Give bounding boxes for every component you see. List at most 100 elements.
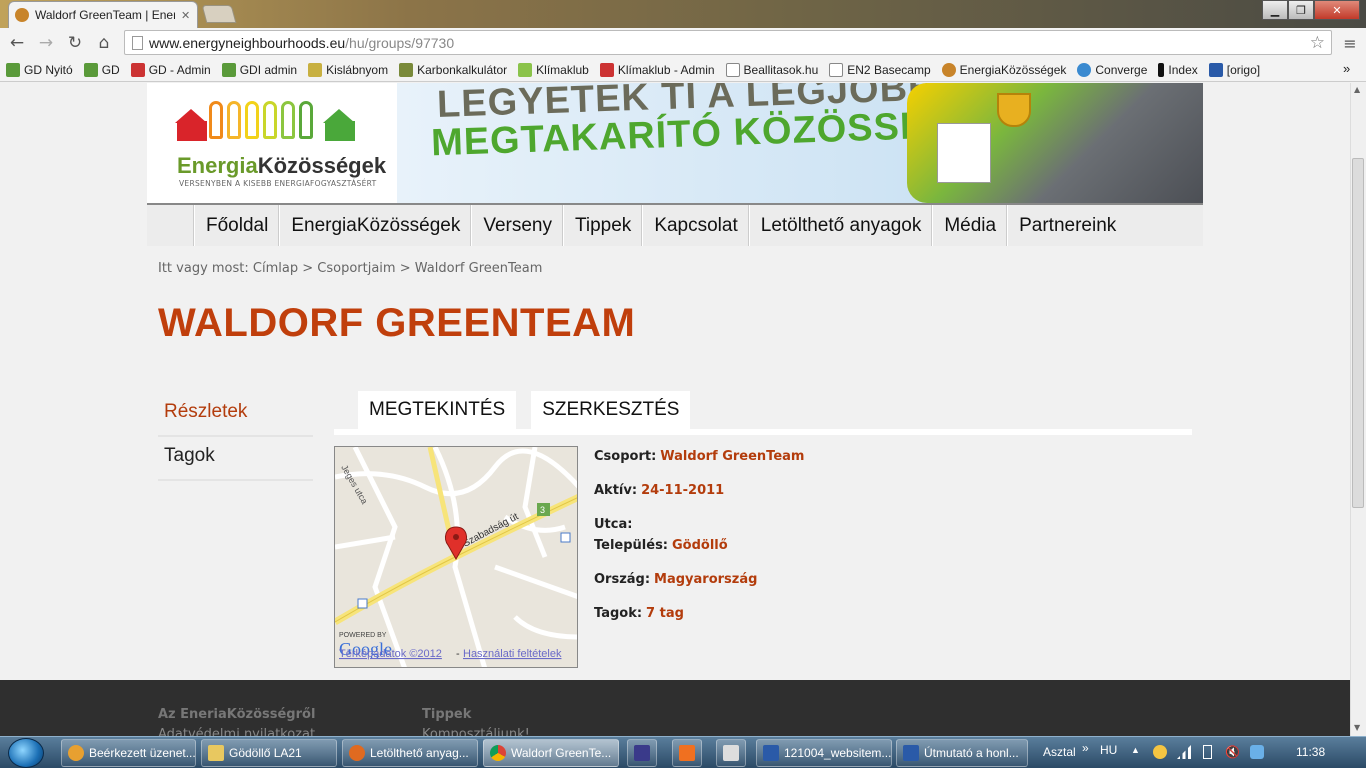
detail-value: 7 tag <box>646 606 684 621</box>
nav-item-media[interactable]: Média <box>932 205 1007 246</box>
bookmark-item[interactable]: GD Nyitó <box>6 62 73 77</box>
mail-icon <box>68 745 84 761</box>
map-data-link[interactable]: Térképadatok ©2012 <box>339 648 442 660</box>
bookmark-label: GDI admin <box>239 62 298 77</box>
breadcrumb-home-link[interactable]: Címlap <box>253 261 298 276</box>
sync-icon[interactable] <box>1250 745 1264 759</box>
bookmark-item[interactable]: Beallitasok.hu <box>725 62 819 77</box>
road-number: 3 <box>540 505 545 515</box>
banner-graphic: LEGYETEK TI A LEGJOBB! MEGTAKARÍTÓ KÖZÖS… <box>397 83 1203 203</box>
map-terms-link[interactable]: Használati feltételek <box>463 648 562 660</box>
scrollbar-thumb[interactable] <box>1352 158 1364 508</box>
start-button[interactable] <box>8 738 44 768</box>
clock[interactable]: 11:38 <box>1296 745 1325 759</box>
footer-link-compost[interactable]: Komposztáljunk! <box>422 727 530 736</box>
bookmark-label: Beallitasok.hu <box>743 62 819 77</box>
footer-link-privacy[interactable]: Adatvédelmi nyilatkozat <box>158 727 315 736</box>
taskbar-label: Letölthető anyag... <box>370 746 469 760</box>
taskbar-label: Beérkezett üzenet... <box>89 746 196 760</box>
bookmark-item[interactable]: Kislábnyom <box>308 62 388 77</box>
taskbar-item-calculator[interactable] <box>716 739 746 767</box>
taskbar-item-media[interactable] <box>672 739 702 767</box>
desktop-toolbar-label[interactable]: Asztal <box>1043 745 1076 759</box>
menu-wrench-icon[interactable]: ≡ <box>1338 31 1362 55</box>
location-map[interactable]: Szabadság út Jeges utca 3 POWERED BY Goo… <box>334 446 578 668</box>
taskbar-item-firefox[interactable]: Letölthető anyag... <box>342 739 478 767</box>
person-icon <box>227 101 241 139</box>
url-path: /hu/groups/97730 <box>345 34 455 51</box>
bookmark-item[interactable]: Converge <box>1077 62 1147 77</box>
logo-wordmark: EnergiaKözösségek <box>177 153 386 179</box>
bookmark-item[interactable]: Karbonkalkulátor <box>399 62 507 77</box>
battery-icon[interactable] <box>1203 745 1212 759</box>
language-indicator[interactable]: HU <box>1100 743 1117 757</box>
person-icon <box>281 101 295 139</box>
taskbar-label: 121004_websitem... <box>784 746 892 760</box>
nav-item-partnereink[interactable]: Partnereink <box>1007 205 1127 246</box>
bookmark-item[interactable]: Klímaklub <box>518 62 589 77</box>
bookmark-item[interactable]: GD <box>83 62 120 77</box>
nav-item-energiakozossegek[interactable]: EnergiaKözösségek <box>279 205 471 246</box>
more-bookmarks-icon[interactable]: » <box>1343 61 1350 76</box>
banner-photo <box>907 83 1203 203</box>
bookmark-item[interactable]: GDI admin <box>221 62 298 77</box>
site-logo[interactable]: EnergiaKözösségek VERSENYBEN A KISEBB EN… <box>147 83 397 203</box>
bookmark-item[interactable]: EN2 Basecamp <box>829 62 931 77</box>
site-footer: Az EneriaKözösségről Adatvédelmi nyilatk… <box>0 680 1350 736</box>
bookmark-item[interactable]: Index <box>1158 62 1198 77</box>
new-tab-button[interactable] <box>201 5 237 23</box>
address-bar[interactable]: www.energyneighbourhoods.eu/hu/groups/97… <box>124 30 1332 55</box>
gd-icon <box>6 62 20 77</box>
taskbar-item-folder[interactable]: Gödöllő LA21 <box>201 739 337 767</box>
breadcrumb-groups-link[interactable]: Csoportjaim <box>317 261 395 276</box>
taskbar-item-chrome[interactable]: Waldorf GreenTe... <box>483 739 619 767</box>
taskbar-item-app[interactable] <box>627 739 657 767</box>
minimize-button[interactable]: ▁ <box>1262 0 1288 20</box>
tray-icon[interactable] <box>1153 745 1167 759</box>
taskbar-item-word-2[interactable]: Útmutató a honl... <box>896 739 1028 767</box>
bookmark-label: Index <box>1168 62 1198 77</box>
forward-arrow-icon[interactable]: → <box>34 31 58 55</box>
close-window-button[interactable]: ✕ <box>1314 0 1360 20</box>
tray-expand-icon[interactable]: ▲ <box>1131 745 1140 755</box>
volume-icon[interactable]: 🔇 <box>1225 745 1240 759</box>
home-icon[interactable]: ⌂ <box>92 31 116 55</box>
person-icon <box>263 101 277 139</box>
bookmark-label: EN2 Basecamp <box>847 62 931 77</box>
detail-label: Csoport: <box>594 449 657 464</box>
bus-stop-icon <box>357 598 368 609</box>
detail-row-orszag: Ország: Magyarország <box>594 572 757 587</box>
breadcrumb-separator: > <box>399 261 411 276</box>
scroll-up-icon[interactable]: ▲ <box>1354 85 1360 94</box>
detail-value: Waldorf GreenTeam <box>660 449 805 464</box>
footer-heading-tips: Tippek <box>422 707 472 722</box>
nav-item-verseny[interactable]: Verseny <box>471 205 563 246</box>
logo-word-1: Energia <box>177 153 258 178</box>
tab-close-icon[interactable]: ✕ <box>181 9 190 22</box>
tab-szerkesztes[interactable]: SZERKESZTÉS <box>531 391 691 429</box>
nav-item-letoltheto-anyagok[interactable]: Letölthető anyagok <box>748 205 933 246</box>
maximize-button[interactable]: ❐ <box>1288 0 1314 20</box>
taskbar-item-word-1[interactable]: 121004_websitem... <box>756 739 892 767</box>
bookmark-item[interactable]: EnergiaKözösségek <box>941 62 1066 77</box>
tab-underline <box>334 429 1192 435</box>
toolbar-chevron-icon[interactable]: » <box>1082 741 1089 755</box>
bookmark-star-icon[interactable]: ☆ <box>1310 33 1325 53</box>
nav-item-kapcsolat[interactable]: Kapcsolat <box>642 205 748 246</box>
back-arrow-icon[interactable]: ← <box>5 31 29 55</box>
bookmark-item[interactable]: [origo] <box>1208 62 1260 77</box>
nav-item-fooldal[interactable]: Főoldal <box>194 205 279 246</box>
scroll-down-icon[interactable]: ▼ <box>1354 723 1360 732</box>
bookmark-item[interactable]: Klímaklub - Admin <box>599 62 715 77</box>
sidebar-item-tagok[interactable]: Tagok <box>158 437 313 481</box>
tab-megtekintes[interactable]: MEGTEKINTÉS <box>358 391 517 429</box>
bookmark-label: Klímaklub - Admin <box>617 62 715 77</box>
browser-tab-active[interactable]: Waldorf GreenTeam | Energ ✕ <box>8 1 198 28</box>
taskbar-item-mail[interactable]: Beérkezett üzenet... <box>61 739 196 767</box>
sidebar-item-reszletek[interactable]: Részletek <box>158 393 313 437</box>
green-house-body <box>325 121 355 141</box>
nav-item-tippek[interactable]: Tippek <box>562 205 642 246</box>
taskbar-label: Útmutató a honl... <box>924 746 1019 760</box>
reload-icon[interactable]: ↻ <box>63 31 87 55</box>
bookmark-item[interactable]: GD - Admin <box>130 62 211 77</box>
